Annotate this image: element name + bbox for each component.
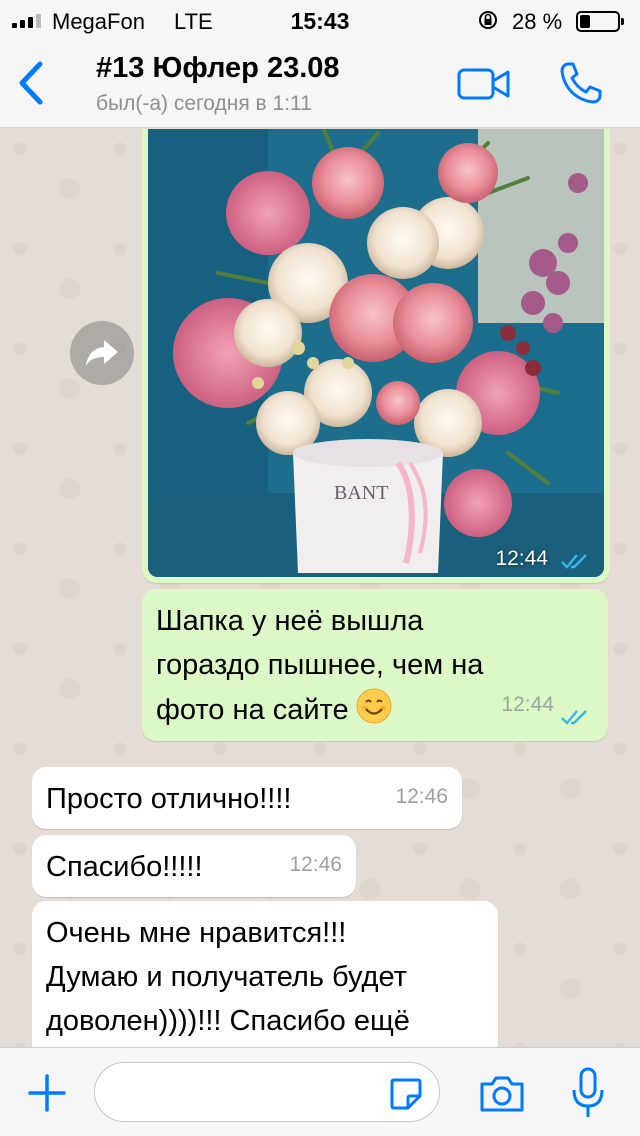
incoming-message[interactable]: Очень мне нравится!!! Думаю и получатель… xyxy=(32,901,498,1047)
sticker-icon[interactable] xyxy=(388,1076,424,1112)
last-seen-status[interactable]: был(-а) сегодня в 1:11 xyxy=(96,92,312,116)
microphone-icon[interactable] xyxy=(570,1066,606,1120)
box-logo-text: BANT xyxy=(334,482,388,504)
rotation-lock-icon xyxy=(479,11,497,29)
message-time: 12:46 xyxy=(289,853,342,876)
incoming-message[interactable]: Спасибо!!!!! 12:46 xyxy=(32,835,356,897)
photo-message[interactable]: BANT 12:44 xyxy=(142,129,610,583)
chevron-left-icon[interactable] xyxy=(12,58,52,108)
phone-icon[interactable] xyxy=(556,58,606,108)
message-time: 12:44 xyxy=(501,693,554,716)
flower-photo[interactable]: BANT xyxy=(148,129,604,577)
message-line: Очень мне нравится!!! xyxy=(46,917,347,949)
chat-header: #13 Юфлер 23.08 был(-а) сегодня в 1:11 xyxy=(0,40,640,128)
message-time: 12:46 xyxy=(395,785,448,808)
battery-percent: 28 % xyxy=(512,9,563,34)
message-line: Шапка у неё вышла xyxy=(156,605,424,637)
bouquet-image: BANT xyxy=(148,129,604,577)
contact-title[interactable]: #13 Юфлер 23.08 xyxy=(96,52,340,85)
status-bar: MegaFon LTE 15:43 28 % xyxy=(0,0,640,40)
forward-button[interactable] xyxy=(70,321,134,385)
forward-arrow-icon xyxy=(86,340,118,366)
read-ticks-icon xyxy=(561,710,587,725)
message-input-bar xyxy=(0,1047,640,1136)
plus-icon[interactable] xyxy=(26,1072,68,1114)
incoming-message[interactable]: Просто отлично!!!! 12:46 xyxy=(32,767,462,829)
message-line: фото на сайте xyxy=(156,694,349,726)
message-line: доволен))))!!! Спасибо ещё xyxy=(46,1005,410,1037)
smiling-face-emoji xyxy=(356,688,392,724)
chat-messages[interactable]: BANT 12:44 Шапка у неё вышла гораздо пыш… xyxy=(0,129,640,1047)
outgoing-message[interactable]: Шапка у неё вышла гораздо пышнее, чем на… xyxy=(142,589,608,741)
message-line: Думаю и получатель будет xyxy=(46,961,407,993)
video-camera-icon[interactable] xyxy=(456,64,512,104)
message-line: гораздо пышнее, чем на xyxy=(156,649,484,681)
message-time: 12:44 xyxy=(495,547,548,570)
message-line: Просто отлично!!!! xyxy=(46,783,292,815)
read-ticks-icon xyxy=(561,554,587,569)
camera-icon[interactable] xyxy=(478,1074,526,1114)
battery-icon xyxy=(576,11,624,32)
